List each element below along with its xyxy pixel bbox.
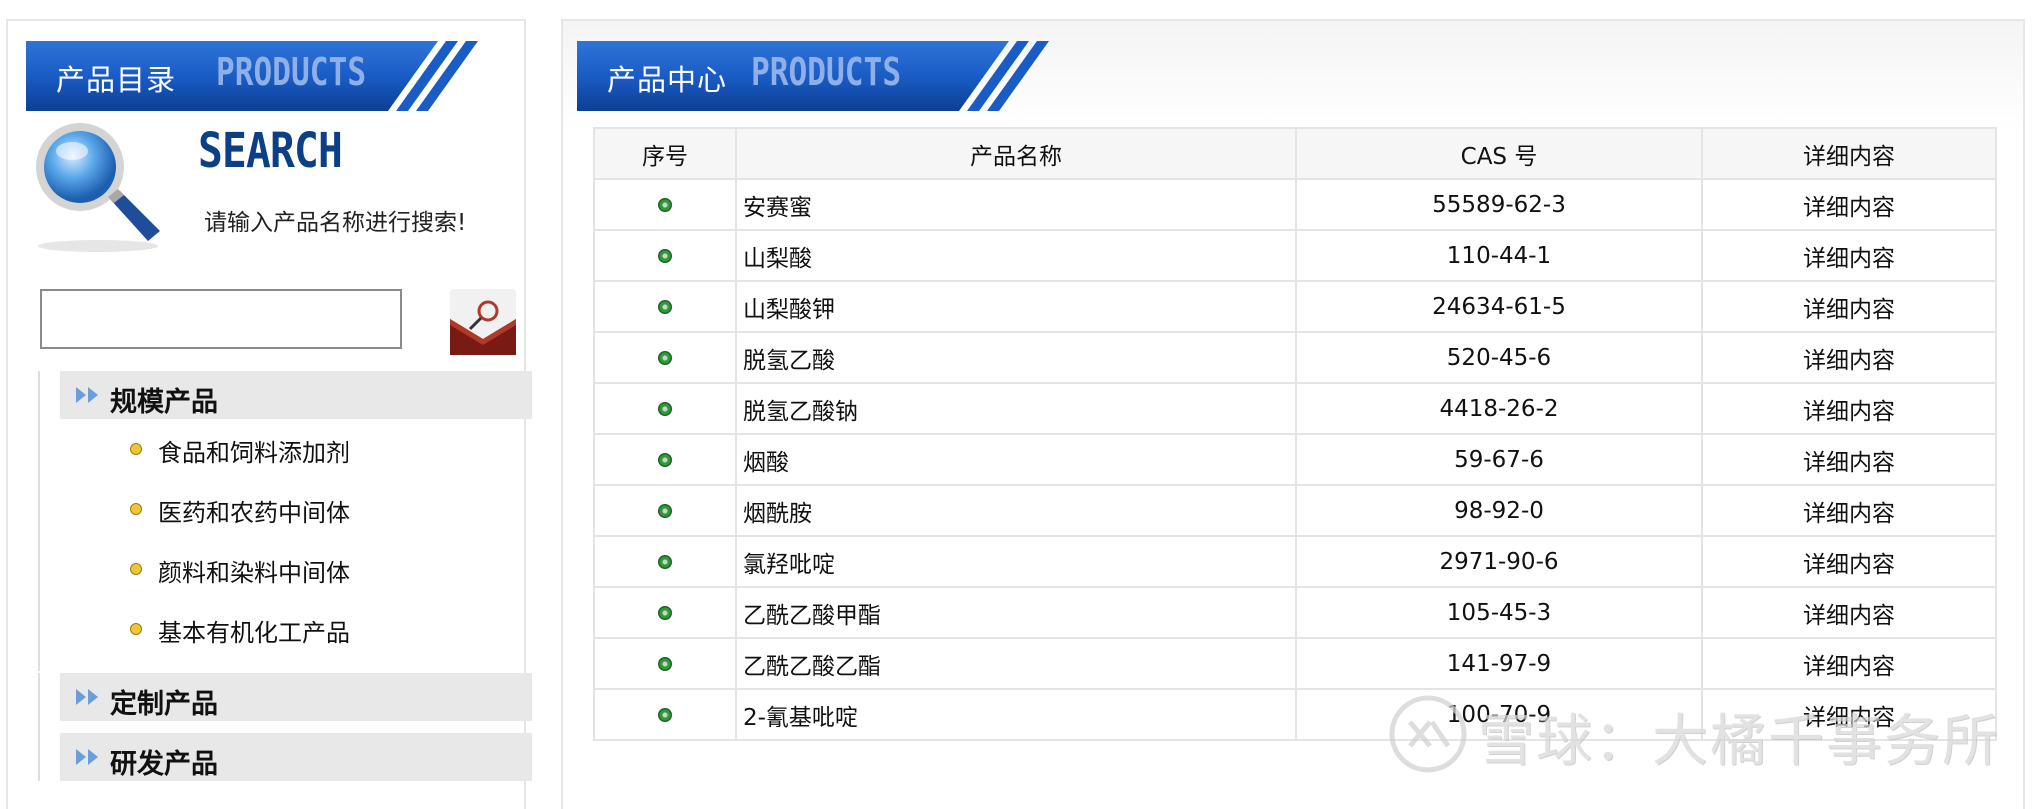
cas-number: 2971-90-6 <box>1295 535 1703 588</box>
nav-divider <box>38 371 40 671</box>
cas-number: 59-67-6 <box>1295 433 1703 486</box>
product-name: 山梨酸 <box>735 229 1297 282</box>
yellow-dot-icon <box>130 563 142 575</box>
magnifier-icon <box>36 123 160 252</box>
detail-link[interactable]: 详细内容 <box>1701 280 1997 333</box>
nav-section-scale-products[interactable]: 规模产品 <box>60 371 532 419</box>
catalog-header-en: PRODUCTS <box>216 50 367 94</box>
green-bullet-icon <box>658 300 672 314</box>
table-row: 烟酸 59-67-6 详细内容 <box>593 433 1997 486</box>
snowball-logo-icon <box>1389 695 1467 773</box>
column-header-cas: CAS 号 <box>1295 127 1703 180</box>
product-name: 烟酸 <box>735 433 1297 486</box>
product-center-en: PRODUCTS <box>751 50 902 94</box>
catalog-header: 产品目录 PRODUCTS <box>26 41 486 111</box>
double-chevron-right-icon <box>76 689 98 705</box>
column-header-index: 序号 <box>593 127 737 180</box>
search-input[interactable] <box>40 289 402 349</box>
green-bullet-icon <box>658 504 672 518</box>
detail-link[interactable]: 详细内容 <box>1701 331 1997 384</box>
nav-item-label: 基本有机化工产品 <box>158 619 350 647</box>
nav-section-label: 定制产品 <box>110 689 218 720</box>
product-name: 山梨酸钾 <box>735 280 1297 333</box>
table-row: 山梨酸 110-44-1 详细内容 <box>593 229 1997 282</box>
yellow-dot-icon <box>130 443 142 455</box>
cas-number: 141-97-9 <box>1295 637 1703 690</box>
watermark: 雪球：大橘千事务所 <box>1386 690 2026 780</box>
detail-link[interactable]: 详细内容 <box>1701 229 1997 282</box>
product-name: 烟酰胺 <box>735 484 1297 537</box>
detail-link[interactable]: 详细内容 <box>1701 178 1997 231</box>
table-row: 氯羟吡啶 2971-90-6 详细内容 <box>593 535 1997 588</box>
product-name: 乙酰乙酸乙酯 <box>735 637 1297 690</box>
detail-link[interactable]: 详细内容 <box>1701 637 1997 690</box>
product-table: 序号 产品名称 CAS 号 详细内容 安赛蜜 55589-62-3 详细内容 山… <box>593 127 1997 741</box>
cas-number: 110-44-1 <box>1295 229 1703 282</box>
cas-number: 4418-26-2 <box>1295 382 1703 435</box>
table-header-row: 序号 产品名称 CAS 号 详细内容 <box>593 127 1997 180</box>
product-center-header: 产品中心 PRODUCTS <box>577 41 1077 111</box>
product-name: 安赛蜜 <box>735 178 1297 231</box>
search-hint: 请输入产品名称进行搜索! <box>204 210 467 236</box>
table-row: 脱氢乙酸 520-45-6 详细内容 <box>593 331 1997 384</box>
nav-item-label: 医药和农药中间体 <box>158 499 350 527</box>
cas-number: 98-92-0 <box>1295 484 1703 537</box>
green-bullet-icon <box>658 555 672 569</box>
detail-link[interactable]: 详细内容 <box>1701 382 1997 435</box>
table-row: 脱氢乙酸钠 4418-26-2 详细内容 <box>593 382 1997 435</box>
detail-link[interactable]: 详细内容 <box>1701 484 1997 537</box>
column-header-detail: 详细内容 <box>1701 127 1997 180</box>
product-name: 脱氢乙酸 <box>735 331 1297 384</box>
table-row: 烟酰胺 98-92-0 详细内容 <box>593 484 1997 537</box>
green-bullet-icon <box>658 402 672 416</box>
product-catalog-panel: 产品目录 PRODUCTS SEARCH 请输入产品名称进行搜索! 规模产品 食… <box>6 19 532 809</box>
nav-section-rnd-products[interactable]: 研发产品 <box>60 733 532 781</box>
green-bullet-icon <box>658 453 672 467</box>
nav-item-label: 颜料和染料中间体 <box>158 559 350 587</box>
double-chevron-right-icon <box>76 387 98 403</box>
nav-item-label: 食品和饲料添加剂 <box>158 439 350 467</box>
product-name: 脱氢乙酸钠 <box>735 382 1297 435</box>
yellow-dot-icon <box>130 623 142 635</box>
cas-number: 55589-62-3 <box>1295 178 1703 231</box>
green-bullet-icon <box>658 351 672 365</box>
watermark-text: 雪球：大橘千事务所 <box>1478 709 2000 774</box>
search-button[interactable] <box>450 289 516 355</box>
search-title: SEARCH <box>198 123 343 179</box>
table-row: 乙酰乙酸乙酯 141-97-9 详细内容 <box>593 637 1997 690</box>
cas-number: 24634-61-5 <box>1295 280 1703 333</box>
table-row: 乙酰乙酸甲酯 105-45-3 详细内容 <box>593 586 1997 639</box>
green-bullet-icon <box>658 606 672 620</box>
search-area: SEARCH 请输入产品名称进行搜索! <box>28 121 516 361</box>
product-name: 2-氰基吡啶 <box>735 688 1297 741</box>
green-bullet-icon <box>658 657 672 671</box>
table-row: 山梨酸钾 24634-61-5 详细内容 <box>593 280 1997 333</box>
product-name: 氯羟吡啶 <box>735 535 1297 588</box>
catalog-header-title: 产品目录 <box>56 63 177 97</box>
green-bullet-icon <box>658 708 672 722</box>
product-center-title: 产品中心 <box>607 63 728 97</box>
nav-section-label: 规模产品 <box>110 387 218 418</box>
cas-number: 520-45-6 <box>1295 331 1703 384</box>
green-bullet-icon <box>658 198 672 212</box>
green-bullet-icon <box>658 249 672 263</box>
nav-section-label: 研发产品 <box>110 749 218 780</box>
double-chevron-right-icon <box>76 749 98 765</box>
table-row: 安赛蜜 55589-62-3 详细内容 <box>593 178 1997 231</box>
column-header-name: 产品名称 <box>735 127 1297 180</box>
cas-number: 105-45-3 <box>1295 586 1703 639</box>
nav-section-custom-products[interactable]: 定制产品 <box>60 673 532 721</box>
product-name: 乙酰乙酸甲酯 <box>735 586 1297 639</box>
yellow-dot-icon <box>130 503 142 515</box>
detail-link[interactable]: 详细内容 <box>1701 433 1997 486</box>
detail-link[interactable]: 详细内容 <box>1701 535 1997 588</box>
detail-link[interactable]: 详细内容 <box>1701 586 1997 639</box>
nav-divider <box>38 673 40 781</box>
